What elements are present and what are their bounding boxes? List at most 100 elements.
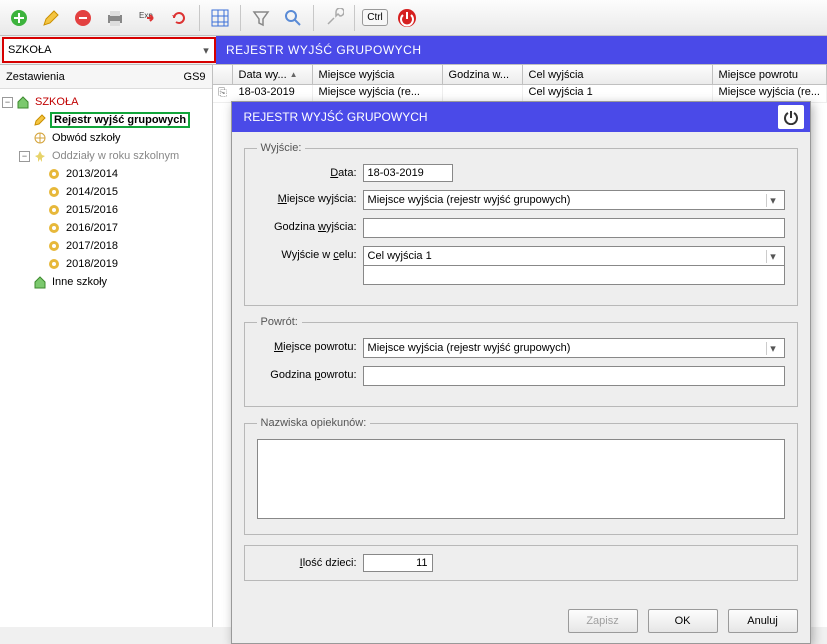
scope-combo[interactable]: ▾ xyxy=(2,37,216,63)
miejsce-wyjscia-select[interactable]: Miejsce wyjścia (rejestr wyjść grupowych… xyxy=(363,190,785,210)
power-icon[interactable] xyxy=(778,105,804,129)
cell-godzina xyxy=(443,85,523,102)
tree-label: Rejestr wyjść grupowych xyxy=(50,112,190,128)
dialog-title: REJESTR WYJŚĆ GRUPOWYCH xyxy=(244,110,428,124)
grid-header: Data wy...▲ Miejsce wyjścia Godzina w...… xyxy=(213,65,827,85)
column-header[interactable]: Miejsce wyjścia xyxy=(313,65,443,84)
tree-node-year[interactable]: 2014/2015 xyxy=(2,183,210,201)
power-icon[interactable] xyxy=(392,3,422,33)
tree-node-year[interactable]: 2017/2018 xyxy=(2,237,210,255)
gear-icon xyxy=(47,185,61,199)
label-data: Data: xyxy=(257,164,357,179)
row-marker-header xyxy=(213,65,233,84)
tree-node-inne[interactable]: Inne szkoły xyxy=(2,273,210,291)
refresh-icon[interactable] xyxy=(164,3,194,33)
legend: Nazwiska opiekunów: xyxy=(257,417,371,429)
tree-label: Oddziały w roku szkolnym xyxy=(50,150,181,162)
main-toolbar: Exp Ctrl xyxy=(0,0,827,36)
gear-icon xyxy=(47,203,61,217)
tree-node-year[interactable]: 2018/2019 xyxy=(2,255,210,273)
separator-icon xyxy=(313,5,314,31)
miejsce-powrotu-select[interactable]: Miejsce wyjścia (rejestr wyjść grupowych… xyxy=(363,338,785,358)
anuluj-button[interactable]: Anuluj xyxy=(728,609,798,633)
legend: Wyjście: xyxy=(257,142,306,154)
print-icon[interactable] xyxy=(100,3,130,33)
fieldset-wyjscie: Wyjście: Data: Miejsce wyjścia: Miejsce … xyxy=(244,142,798,306)
tree-node-year[interactable]: 2013/2014 xyxy=(2,165,210,183)
edit-icon xyxy=(33,113,47,127)
tree-label: Inne szkoły xyxy=(50,276,109,288)
gear-icon xyxy=(47,239,61,253)
label-ilosc-dzieci: Ilość dzieci: xyxy=(257,554,357,569)
tree-label: 2013/2014 xyxy=(64,168,120,180)
dialog-body: Wyjście: Data: Miejsce wyjścia: Miejsce … xyxy=(232,132,810,603)
tree: − SZKOŁA Rejestr wyjść grupowych Obwód s… xyxy=(0,89,212,295)
main-area: Zestawienia GS9 − SZKOŁA Rejestr wyjść g… xyxy=(0,64,827,627)
cel-text-input[interactable] xyxy=(363,265,785,285)
house-icon xyxy=(33,275,47,289)
tree-node-rejestr[interactable]: Rejestr wyjść grupowych xyxy=(2,111,210,129)
label-godzina-powrotu: Godzina powrotu: xyxy=(257,366,357,381)
scope-combo-input[interactable] xyxy=(4,42,198,58)
label-godzina-wyjscia: Godzina wyjścia: xyxy=(257,218,357,233)
house-icon xyxy=(16,95,30,109)
dialog-buttons: Zapisz OK Anuluj xyxy=(232,603,810,643)
tree-header: Zestawienia GS9 xyxy=(0,65,212,89)
column-header[interactable]: Data wy...▲ xyxy=(233,65,313,84)
godzina-wyjscia-input[interactable] xyxy=(363,218,785,238)
grid-icon[interactable] xyxy=(205,3,235,33)
cell-powrot: Miejsce wyjścia (re... xyxy=(713,85,827,102)
tree-node-year[interactable]: 2015/2016 xyxy=(2,201,210,219)
tools-icon[interactable] xyxy=(319,3,349,33)
tree-label: 2017/2018 xyxy=(64,240,120,252)
gear-icon xyxy=(47,167,61,181)
globe-icon xyxy=(33,131,47,145)
copy-icon: ⎘ xyxy=(213,85,233,102)
chevron-down-icon: ▾ xyxy=(766,250,780,263)
ilosc-dzieci-input[interactable] xyxy=(363,554,433,572)
data-input[interactable] xyxy=(363,164,453,182)
column-header[interactable]: Cel wyjścia xyxy=(523,65,713,84)
collapse-icon[interactable]: − xyxy=(19,151,30,162)
export-icon[interactable]: Exp xyxy=(132,3,162,33)
ctrl-label[interactable]: Ctrl xyxy=(360,3,390,33)
tree-node-oddzialy[interactable]: − Oddziały w roku szkolnym xyxy=(2,147,210,165)
tree-node-year[interactable]: 2016/2017 xyxy=(2,219,210,237)
chevron-down-icon: ▾ xyxy=(766,194,780,207)
tree-label: 2014/2015 xyxy=(64,186,120,198)
gear-icon xyxy=(47,221,61,235)
tree-header-code: GS9 xyxy=(184,71,206,83)
column-header[interactable]: Miejsce powrotu xyxy=(713,65,827,84)
chevron-down-icon[interactable]: ▾ xyxy=(198,44,214,57)
fieldset-nazwiska: Nazwiska opiekunów: xyxy=(244,417,798,535)
zapisz-button[interactable]: Zapisz xyxy=(568,609,638,633)
delete-icon[interactable] xyxy=(68,3,98,33)
gear-icon xyxy=(47,257,61,271)
separator-icon xyxy=(354,5,355,31)
cell-cel: Cel wyjścia 1 xyxy=(523,85,713,102)
search-icon[interactable] xyxy=(278,3,308,33)
ok-button[interactable]: OK xyxy=(648,609,718,633)
separator-icon xyxy=(199,5,200,31)
column-header[interactable]: Godzina w... xyxy=(443,65,523,84)
tree-panel: Zestawienia GS9 − SZKOŁA Rejestr wyjść g… xyxy=(0,65,213,627)
filter-icon[interactable] xyxy=(246,3,276,33)
cell-miejsce: Miejsce wyjścia (re... xyxy=(313,85,443,102)
dialog-titlebar: REJESTR WYJŚĆ GRUPOWYCH xyxy=(232,102,810,132)
add-icon[interactable] xyxy=(4,3,34,33)
tree-node-obwod[interactable]: Obwód szkoły xyxy=(2,129,210,147)
tree-label: 2016/2017 xyxy=(64,222,120,234)
godzina-powrotu-input[interactable] xyxy=(363,366,785,386)
edit-icon[interactable] xyxy=(36,3,66,33)
label-wyjscie-w-celu: Wyjście w celu: xyxy=(257,246,357,261)
fieldset-powrot: Powrót: Miejsce powrotu: Miejsce wyjścia… xyxy=(244,316,798,407)
pin-icon xyxy=(33,149,47,163)
tree-label: SZKOŁA xyxy=(33,96,80,108)
sort-asc-icon: ▲ xyxy=(290,70,298,79)
content-panel: Data wy...▲ Miejsce wyjścia Godzina w...… xyxy=(213,65,827,627)
tree-node-root[interactable]: − SZKOŁA xyxy=(2,93,210,111)
cel-select[interactable]: Cel wyjścia 1▾ xyxy=(363,246,785,266)
sub-header: ▾ REJESTR WYJŚĆ GRUPOWYCH xyxy=(0,36,827,64)
nazwiska-textarea[interactable] xyxy=(257,439,785,519)
collapse-icon[interactable]: − xyxy=(2,97,13,108)
